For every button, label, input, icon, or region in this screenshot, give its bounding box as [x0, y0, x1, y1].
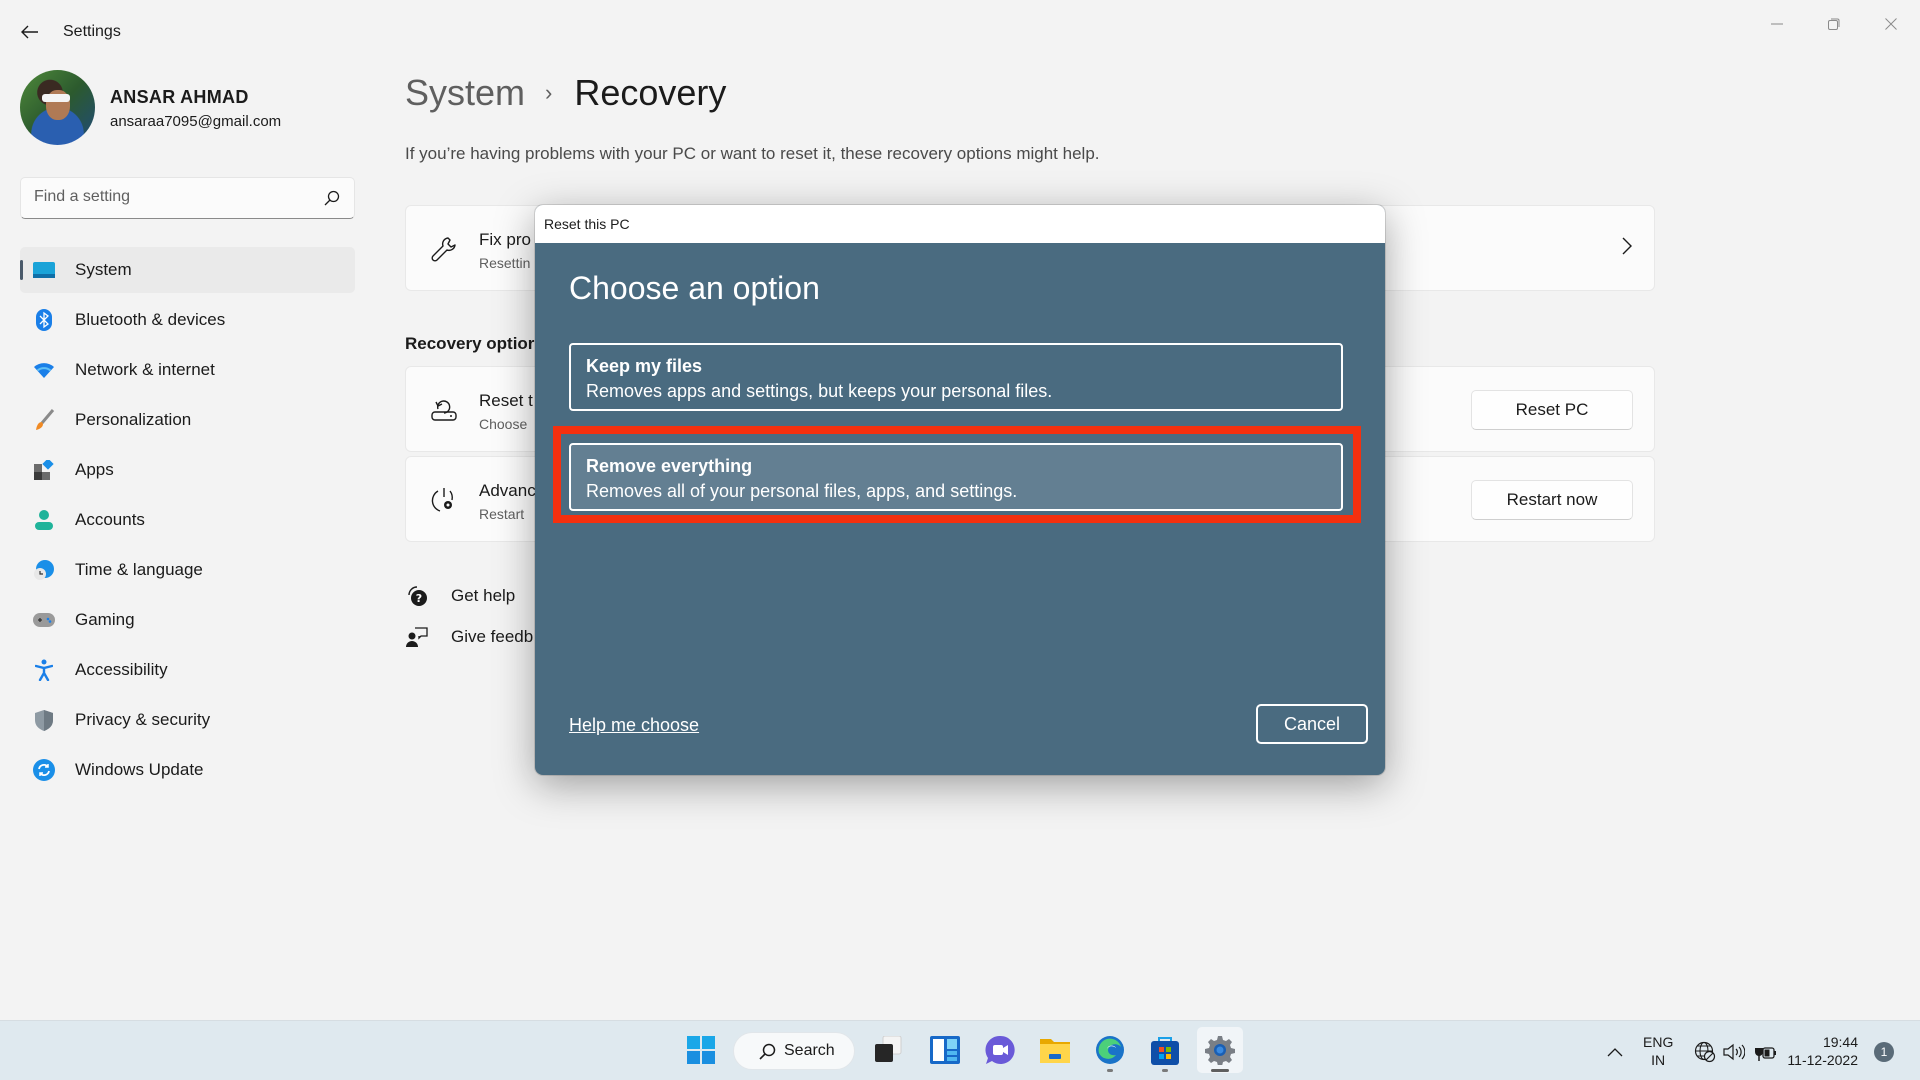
chevron-right-icon: › — [545, 80, 553, 105]
sidebar-nav: System Bluetooth & devices Network & int… — [20, 247, 355, 797]
brush-icon — [33, 409, 55, 431]
clock-date: 11-12-2022 — [1787, 1052, 1858, 1068]
search-icon — [759, 1043, 776, 1060]
back-button[interactable] — [16, 18, 44, 46]
taskbar-search[interactable]: Search — [733, 1032, 855, 1070]
restart-now-button[interactable]: Restart now — [1471, 480, 1633, 520]
svg-text:?: ? — [416, 592, 422, 605]
breadcrumb-system[interactable]: System — [405, 72, 525, 114]
start-icon — [687, 1036, 715, 1064]
restore-icon — [1828, 18, 1840, 30]
reset-drive-icon — [428, 394, 460, 426]
user-name: ANSAR AHMAD — [110, 87, 249, 107]
input-language-indicator[interactable]: ENG IN — [1643, 1033, 1673, 1069]
start-button[interactable] — [678, 1027, 724, 1073]
chat-icon — [985, 1035, 1015, 1064]
sidebar-item-apps[interactable]: Apps — [20, 447, 355, 493]
settings-taskbar-button[interactable] — [1197, 1027, 1243, 1073]
dialog-heading: Choose an option — [569, 270, 820, 306]
edge-button[interactable] — [1087, 1027, 1133, 1073]
update-icon — [33, 759, 55, 781]
settings-icon — [1205, 1036, 1235, 1065]
task-view-button[interactable] — [865, 1027, 911, 1073]
breadcrumb: System › Recovery — [405, 72, 726, 114]
restore-button[interactable] — [1811, 6, 1857, 42]
minimize-icon — [1771, 23, 1783, 25]
volume-icon — [1723, 1043, 1745, 1061]
advanced-startup-icon — [428, 484, 460, 516]
reset-this-pc-dialog: Reset this PC Choose an option Keep my f… — [535, 205, 1385, 775]
sidebar-item-accounts[interactable]: Accounts — [20, 497, 355, 543]
search-input[interactable] — [34, 188, 314, 206]
cancel-button[interactable]: Cancel — [1256, 704, 1368, 744]
chevron-right-icon — [1622, 237, 1632, 255]
app-title: Settings — [63, 23, 121, 40]
taskbar: Search ENG IN 19:44 11-12-2022 1 — [0, 1020, 1920, 1080]
sidebar-item-windows-update[interactable]: Windows Update — [20, 747, 355, 793]
help-chat-icon: ? — [405, 584, 429, 608]
wrench-icon — [428, 233, 460, 265]
edge-icon — [1096, 1036, 1124, 1064]
task-view-icon — [875, 1036, 902, 1062]
sidebar-item-time-language[interactable]: Time & language — [20, 547, 355, 593]
volume-button[interactable] — [1723, 1041, 1745, 1063]
feedback-icon — [405, 625, 429, 649]
show-hidden-icons-button[interactable] — [1604, 1041, 1626, 1063]
page-description: If you’re having problems with your PC o… — [405, 144, 1100, 163]
give-feedback-link[interactable]: Give feedb — [405, 625, 533, 649]
back-arrow-icon — [21, 25, 38, 39]
help-me-choose-link[interactable]: Help me choose — [569, 715, 699, 736]
account-icon — [33, 509, 55, 531]
accessibility-icon — [33, 659, 55, 681]
sidebar-item-privacy-security[interactable]: Privacy & security — [20, 697, 355, 743]
wifi-icon — [33, 359, 55, 381]
remove-everything-option[interactable]: Remove everything Removes all of your pe… — [569, 443, 1343, 511]
sidebar-item-personalization[interactable]: Personalization — [20, 397, 355, 443]
title-bar: Settings — [0, 0, 1920, 60]
close-icon — [1885, 18, 1897, 30]
reset-pc-button[interactable]: Reset PC — [1471, 390, 1633, 430]
clock[interactable]: 19:44 11-12-2022 — [1787, 1033, 1858, 1069]
clock-time: 19:44 — [1822, 1034, 1858, 1050]
sidebar-item-accessibility[interactable]: Accessibility — [20, 647, 355, 693]
sidebar-item-bluetooth[interactable]: Bluetooth & devices — [20, 297, 355, 343]
file-explorer-icon — [1040, 1039, 1070, 1063]
sidebar-item-gaming[interactable]: Gaming — [20, 597, 355, 643]
page-title: Recovery — [574, 72, 727, 113]
search-box[interactable] — [20, 177, 355, 219]
dialog-title-bar: Reset this PC — [535, 205, 1385, 243]
apps-icon — [33, 459, 55, 481]
widgets-button[interactable] — [922, 1027, 968, 1073]
store-icon — [1151, 1037, 1179, 1065]
avatar[interactable] — [20, 70, 95, 145]
chat-button[interactable] — [977, 1027, 1023, 1073]
widgets-icon — [930, 1036, 960, 1064]
sidebar-item-network[interactable]: Network & internet — [20, 347, 355, 393]
notification-badge[interactable]: 1 — [1874, 1042, 1894, 1062]
keep-my-files-option[interactable]: Keep my files Removes apps and settings,… — [569, 343, 1343, 411]
sidebar-item-system[interactable]: System — [20, 247, 355, 293]
close-button[interactable] — [1868, 6, 1914, 42]
recovery-options-heading: Recovery optior — [405, 334, 535, 353]
user-email: ansaraa7095@gmail.com — [110, 113, 282, 130]
globe-clock-icon — [33, 559, 55, 581]
network-status-button[interactable] — [1694, 1041, 1716, 1063]
minimize-button[interactable] — [1754, 6, 1800, 42]
store-button[interactable] — [1142, 1027, 1188, 1073]
gamepad-icon — [33, 609, 55, 631]
globe-no-internet-icon — [1694, 1041, 1716, 1063]
battery-button[interactable] — [1754, 1041, 1776, 1063]
shield-icon — [33, 709, 55, 731]
file-explorer-button[interactable] — [1032, 1027, 1078, 1073]
bluetooth-icon — [33, 309, 55, 331]
get-help-link[interactable]: ? Get help — [405, 584, 515, 608]
system-icon — [33, 259, 55, 281]
battery-charging-icon — [1755, 1043, 1776, 1061]
search-icon — [324, 190, 340, 206]
chevron-up-icon — [1607, 1048, 1623, 1057]
dialog-title: Reset this PC — [544, 216, 630, 232]
